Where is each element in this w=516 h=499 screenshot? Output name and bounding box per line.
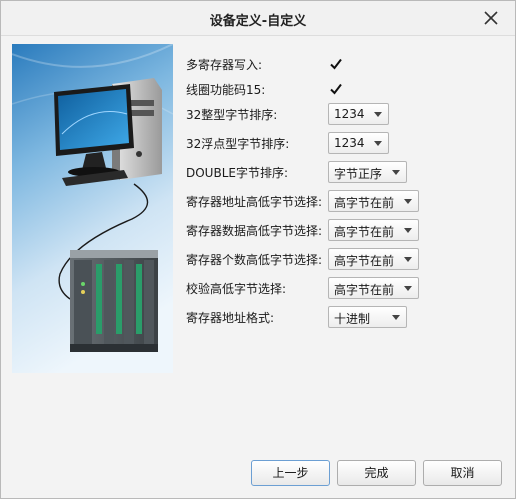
checksum-byte-order-value: 高字节在前: [334, 283, 395, 297]
register-address-format-value: 十进制: [334, 312, 371, 326]
register-address-byte-order-value: 高字节在前: [334, 196, 395, 210]
coil-function-15-checkbox[interactable]: [329, 82, 343, 96]
dropdown-arrow-icon: [392, 170, 400, 175]
int32-byte-order-value: 1234: [334, 107, 365, 121]
dropdown-arrow-icon: [404, 199, 412, 204]
window-title: 设备定义-自定义: [209, 14, 307, 29]
dropdown-arrow-icon: [392, 315, 400, 320]
device-illustration: [12, 44, 173, 373]
register-count-byte-order-select[interactable]: 高字节在前: [328, 248, 419, 270]
register-data-byte-order-select[interactable]: 高字节在前: [328, 219, 419, 241]
checksum-byte-order-select[interactable]: 高字节在前: [328, 277, 419, 299]
float32-byte-order-label: 32浮点型字节排序:: [186, 137, 290, 151]
dropdown-arrow-icon: [374, 112, 382, 117]
coil-function-15-label: 线圈功能码15:: [186, 83, 266, 97]
title-bar: 设备定义-自定义: [1, 1, 515, 36]
multi-register-write-checkbox[interactable]: [329, 57, 343, 71]
double-byte-order-select[interactable]: 字节正序: [328, 161, 407, 183]
register-count-byte-order-label: 寄存器个数高低字节选择:: [186, 253, 323, 267]
register-address-byte-order-select[interactable]: 高字节在前: [328, 190, 419, 212]
register-data-byte-order-value: 高字节在前: [334, 225, 395, 239]
cancel-button[interactable]: 取消: [423, 460, 502, 486]
register-data-byte-order-label: 寄存器数据高低字节选择:: [186, 224, 323, 238]
checksum-byte-order-label: 校验高低字节选择:: [186, 282, 287, 296]
int32-byte-order-label: 32整型字节排序:: [186, 108, 278, 122]
dropdown-arrow-icon: [404, 228, 412, 233]
close-icon[interactable]: [481, 8, 501, 28]
finish-button[interactable]: 完成: [337, 460, 416, 486]
double-byte-order-value: 字节正序: [334, 167, 383, 181]
register-address-format-label: 寄存器地址格式:: [186, 311, 275, 325]
float32-byte-order-value: 1234: [334, 136, 365, 150]
double-byte-order-label: DOUBLE字节排序:: [186, 166, 289, 180]
float32-byte-order-select[interactable]: 1234: [328, 132, 389, 154]
dialog-window: 设备定义-自定义 多寄存器写入: 线圈功能码15: 32整型字节排序: 1234…: [0, 0, 516, 499]
register-address-byte-order-label: 寄存器地址高低字节选择:: [186, 195, 323, 209]
register-count-byte-order-value: 高字节在前: [334, 254, 395, 268]
dropdown-arrow-icon: [374, 141, 382, 146]
dropdown-arrow-icon: [404, 257, 412, 262]
dropdown-arrow-icon: [404, 286, 412, 291]
register-address-format-select[interactable]: 十进制: [328, 306, 407, 328]
checkmark-icon: [330, 83, 342, 95]
checkmark-icon: [330, 58, 342, 70]
multi-register-write-label: 多寄存器写入:: [186, 58, 263, 72]
plc-device: [70, 250, 158, 352]
int32-byte-order-select[interactable]: 1234: [328, 103, 389, 125]
previous-button[interactable]: 上一步: [251, 460, 330, 486]
